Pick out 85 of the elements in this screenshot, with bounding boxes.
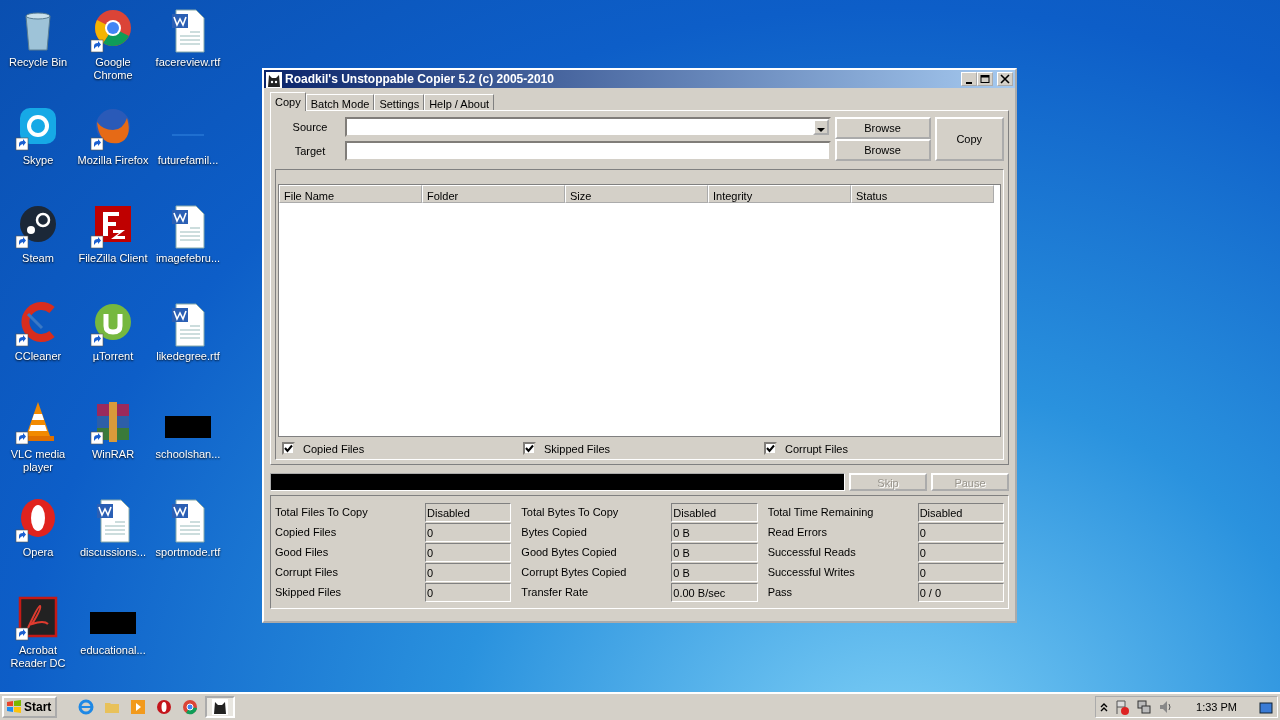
stat-value: 0 [917, 522, 1004, 542]
stat-label: Corrupt Files [275, 564, 339, 580]
icon-label[interactable]: sportmode.rtf [155, 546, 221, 559]
column-header[interactable]: Folder [422, 185, 565, 203]
stat-label: Skipped Files [275, 584, 343, 600]
tab[interactable]: Settings [374, 94, 425, 110]
icon-label[interactable]: Recycle Bin [8, 56, 68, 69]
stat-label: Good Bytes Copied [521, 544, 618, 560]
icon-label[interactable]: CCleaner [14, 350, 62, 363]
stat-value: 0.00 B/sec [671, 582, 758, 602]
stat-value: 0 [425, 542, 512, 562]
field-label: Target [293, 143, 327, 159]
field-label: Source [291, 119, 329, 135]
column-header[interactable]: Status [851, 185, 994, 203]
start-button[interactable]: Start [2, 696, 58, 718]
icon-label[interactable]: likedegree.rtf [156, 350, 220, 363]
stat-label: Total Bytes To Copy [521, 504, 620, 520]
browser-icon[interactable] [182, 699, 199, 715]
checkbox-label: Copied Files [303, 441, 365, 457]
target-field[interactable] [345, 141, 831, 161]
show-desktop-icon[interactable] [1259, 700, 1273, 715]
column-header[interactable]: Size [565, 185, 708, 203]
stat-value: Disabled [671, 502, 758, 522]
icon-label[interactable]: educational... [80, 644, 146, 657]
checkbox-label: Skipped Files [544, 441, 611, 457]
ring-logo-icon[interactable] [156, 699, 173, 715]
cat-face-icon [266, 71, 282, 88]
stat-label: Transfer Rate [521, 584, 590, 600]
stat-label: Successful Reads [767, 544, 857, 560]
checkbox[interactable] [764, 442, 777, 456]
stat-label: Good Files [275, 544, 330, 560]
stat-value: Disabled [425, 502, 512, 522]
stat-label: Total Time Remaining [767, 504, 875, 520]
stat-value: 0 [917, 542, 1004, 562]
tab[interactable]: Copy [270, 92, 306, 111]
stat-value: 0 B [671, 562, 758, 582]
icon-label[interactable]: Steam [22, 252, 54, 265]
stat-label: Pass [767, 584, 794, 600]
icon-label[interactable]: Skype [22, 154, 54, 167]
checkbox[interactable] [282, 442, 295, 456]
column-header[interactable]: Integrity [708, 185, 851, 203]
checkbox[interactable] [523, 442, 536, 456]
stat-value: 0 [917, 562, 1004, 582]
stat-value: 0 / 0 [917, 582, 1004, 602]
stat-label: Total Files To Copy [275, 504, 369, 520]
icon-label[interactable]: discussions... [80, 546, 146, 559]
flag-warning-icon[interactable] [1114, 699, 1131, 715]
browse-button[interactable]: Browse [834, 117, 931, 139]
stat-label: Read Errors [767, 524, 828, 540]
stat-value: Disabled [917, 502, 1004, 522]
source-dropdown[interactable] [345, 117, 831, 137]
checkbox-label: Corrupt Files [785, 441, 848, 457]
icon-label[interactable]: Google Chrome [75, 56, 151, 82]
stat-value: 0 [425, 562, 512, 582]
minimize-icon[interactable] [965, 82, 973, 84]
tab[interactable]: Help / About [424, 94, 495, 110]
minimize-button[interactable] [961, 72, 977, 86]
stat-label: Copied Files [275, 524, 338, 540]
icon-label[interactable]: µTorrent [92, 350, 134, 363]
icon-label[interactable]: WinRAR [91, 448, 135, 461]
network-icon[interactable] [1136, 699, 1153, 715]
icon-label[interactable]: futurefamil... [157, 154, 219, 167]
icon-label[interactable]: facereview.rtf [155, 56, 221, 69]
copy-button[interactable]: Copy [934, 117, 1004, 161]
cat-face-icon[interactable] [212, 699, 229, 715]
icon-label[interactable]: Mozilla Firefox [77, 154, 149, 167]
windows-logo-icon[interactable] [6, 700, 22, 714]
icon-label[interactable]: imagefebru... [155, 252, 221, 265]
stat-value: 0 [425, 582, 512, 602]
stat-value: 0 B [671, 522, 758, 542]
stat-label: Successful Writes [767, 564, 856, 580]
stat-label: Bytes Copied [521, 524, 588, 540]
tab[interactable]: Batch Mode [305, 94, 375, 110]
window-title: Roadkil's Unstoppable Copier 5.2 (c) 2005-2010 [285, 71, 554, 88]
icon-label[interactable]: FileZilla Client [78, 252, 148, 265]
icon-label[interactable]: Acrobat Reader DC [0, 644, 76, 670]
icon-label[interactable]: schoolshan... [155, 448, 221, 461]
icon-label[interactable]: VLC media player [0, 448, 76, 474]
column-header[interactable]: File Name [279, 185, 422, 203]
chevron-up-icon[interactable] [1100, 702, 1109, 712]
browse-button[interactable]: Browse [834, 139, 931, 161]
icon-label[interactable]: Opera [22, 546, 54, 559]
stat-label: Corrupt Bytes Copied [521, 564, 628, 580]
stat-value: 0 [425, 522, 512, 542]
stat-value: 0 B [671, 542, 758, 562]
